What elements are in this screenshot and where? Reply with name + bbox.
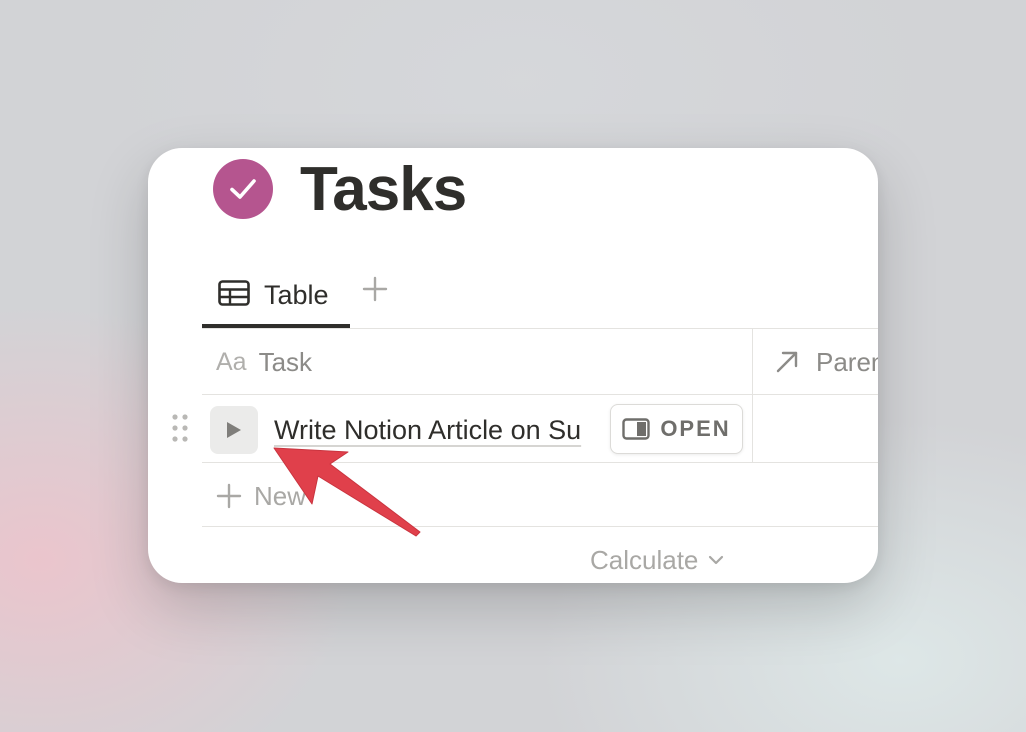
database-card: Tasks Table Aa Task Paren	[148, 148, 878, 583]
plus-icon	[362, 276, 388, 302]
open-page-button[interactable]: OPEN	[610, 404, 743, 454]
text-property-icon: Aa	[216, 347, 247, 376]
header-bottom-border	[202, 394, 878, 395]
triangle-right-icon	[227, 422, 241, 438]
checkmark-circle-icon[interactable]	[213, 159, 273, 219]
column-header-task-label: Task	[258, 346, 313, 377]
tab-table[interactable]: Table	[202, 266, 350, 328]
drag-handle-icon[interactable]	[170, 412, 190, 444]
chevron-down-icon	[709, 555, 724, 565]
table-top-border	[202, 328, 878, 329]
column-header-parent[interactable]: Paren	[774, 330, 878, 394]
side-peek-icon	[622, 418, 651, 440]
plus-icon	[216, 483, 242, 509]
open-label: OPEN	[660, 416, 731, 441]
column-header-parent-label: Paren	[816, 346, 878, 377]
expand-toggle-button[interactable]	[210, 406, 258, 454]
add-view-button[interactable]	[358, 272, 392, 306]
calculate-label: Calculate	[590, 544, 699, 575]
page-title[interactable]: Tasks	[300, 152, 467, 228]
table-icon	[218, 279, 250, 311]
annotation-arrow-icon	[273, 447, 421, 537]
tab-table-label: Table	[264, 279, 329, 310]
column-divider	[752, 329, 753, 462]
arrow-up-right-icon	[776, 351, 798, 373]
column-header-task[interactable]: Aa Task	[216, 330, 312, 394]
calculate-button[interactable]: Calculate	[590, 540, 724, 580]
